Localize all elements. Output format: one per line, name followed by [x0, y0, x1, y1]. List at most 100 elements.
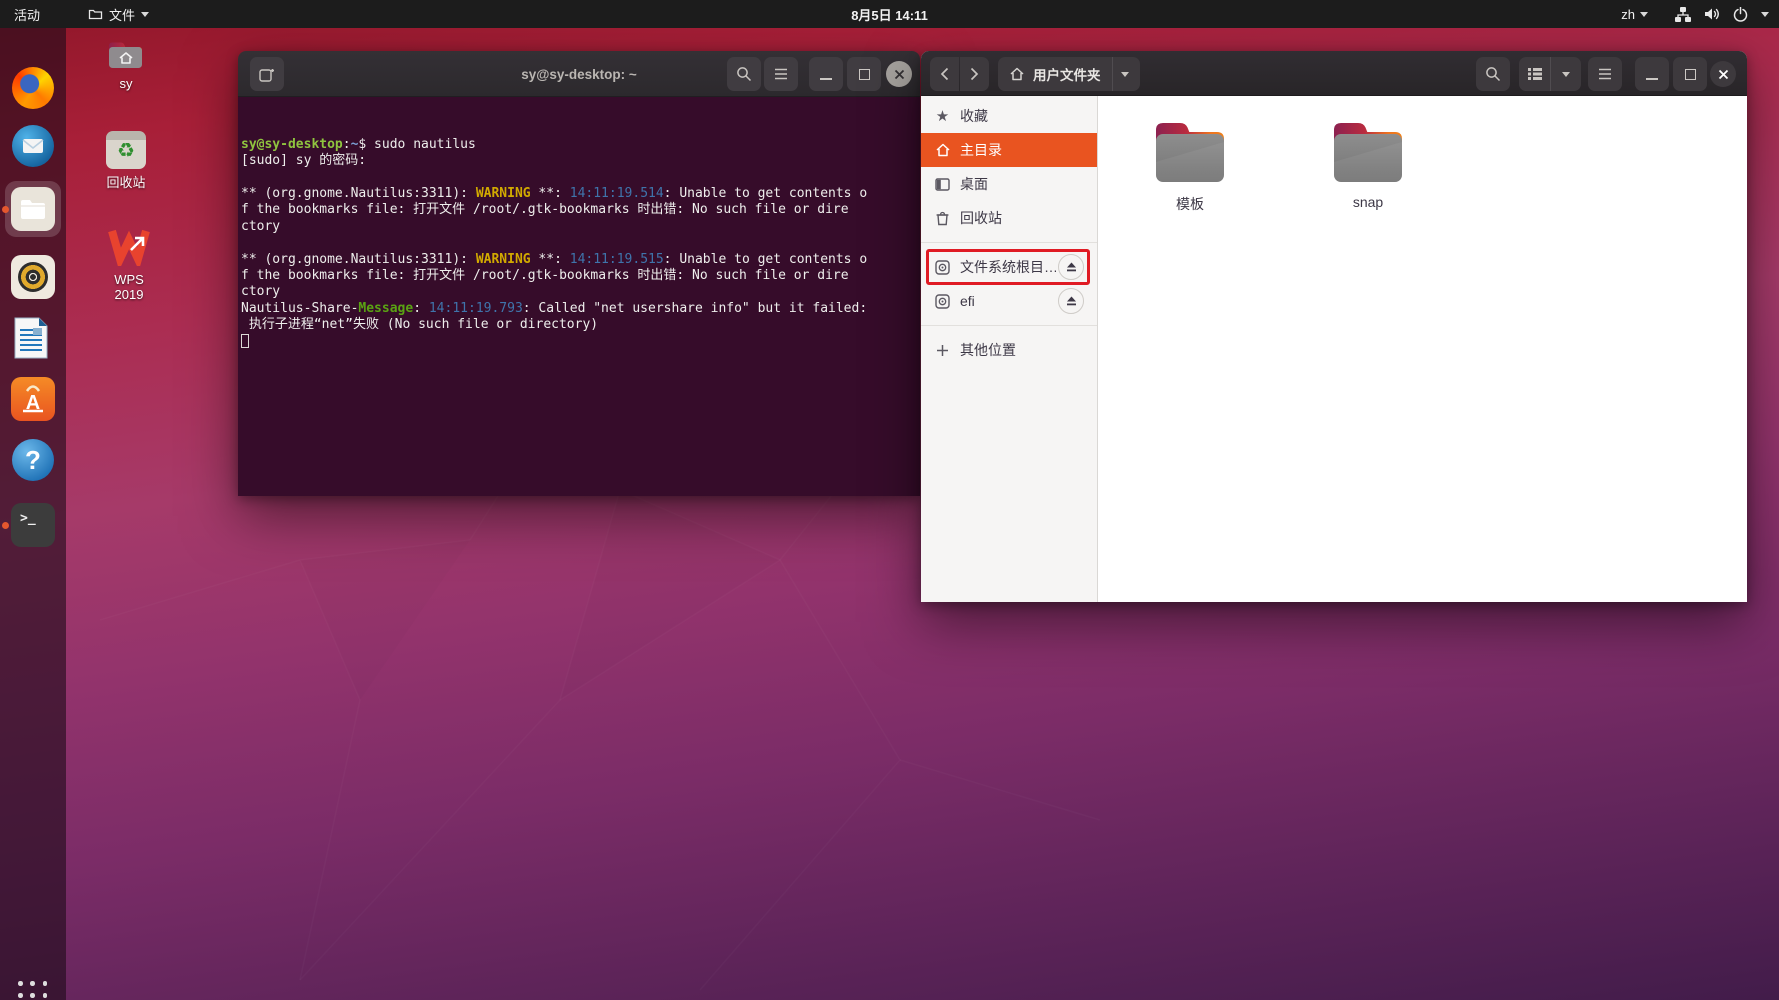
sidebar-item-收藏[interactable]: ★ 收藏 — [921, 99, 1097, 133]
dock: A ? >_ — [0, 28, 66, 1000]
new-tab-button[interactable] — [250, 57, 284, 91]
sidebar-separator — [921, 325, 1097, 326]
file-item-label: snap — [1352, 194, 1384, 210]
wps-icon — [108, 229, 150, 271]
forward-button[interactable] — [960, 57, 989, 91]
app-menu-button[interactable]: 文件 — [78, 0, 159, 28]
dock-item-firefox[interactable] — [11, 66, 55, 110]
activities-button[interactable]: 活动 — [0, 0, 54, 28]
terminal-close-button[interactable] — [886, 61, 912, 87]
system-tray[interactable]: zh — [1621, 0, 1769, 28]
terminal-running-indicator — [2, 522, 9, 529]
terminal-search-button[interactable] — [727, 57, 761, 91]
sidebar-item-efi[interactable]: efi — [921, 284, 1097, 318]
files-menu-button[interactable] — [1588, 57, 1622, 91]
rhythmbox-icon — [11, 255, 55, 299]
dock-item-thunderbird[interactable] — [11, 124, 55, 168]
sidebar-item-label: 主目录 — [960, 142, 1002, 158]
back-button[interactable] — [930, 57, 959, 91]
firefox-icon — [12, 67, 54, 109]
files-headerbar[interactable]: 用户文件夹 — [921, 51, 1747, 96]
top-bar: 活动 文件 8月5日 14:11 zh — [0, 0, 1779, 28]
terminal-output[interactable]: sy@sy-desktop:~$ sudo nautilus [sudo] sy … — [238, 97, 920, 496]
chevron-down-icon[interactable] — [1761, 11, 1769, 17]
libreoffice-writer-icon — [14, 317, 48, 359]
star-icon: ★ — [935, 108, 950, 125]
clock[interactable]: 8月5日 14:11 — [851, 0, 928, 28]
sidebar-item-label: 收藏 — [960, 108, 988, 124]
terminal-lines: sy@sy-desktop:~$ sudo nautilus [sudo] sy … — [241, 137, 918, 351]
dock-item-help[interactable]: ? — [11, 438, 55, 482]
files-running-indicator — [2, 206, 9, 213]
dock-item-rhythmbox[interactable] — [11, 255, 55, 299]
desktop-icon-wps[interactable]: WPS 2019 — [98, 226, 160, 302]
input-method-indicator[interactable]: zh — [1621, 7, 1648, 22]
activities-label: 活动 — [14, 7, 41, 23]
app-menu-label: 文件 — [109, 7, 136, 23]
desktop-icon-home[interactable]: sy — [96, 38, 156, 91]
terminal-minimize-button[interactable] — [809, 57, 843, 91]
terminal-maximize-button[interactable] — [847, 57, 881, 91]
power-icon[interactable] — [1733, 6, 1748, 22]
files-icon — [11, 187, 55, 231]
sidebar-item-文件系统根目…[interactable]: 文件系统根目… — [921, 249, 1097, 285]
list-view-icon[interactable] — [1519, 57, 1550, 91]
eject-button[interactable] — [1058, 254, 1084, 280]
folder-icon — [1328, 112, 1408, 189]
chevron-down-icon — [141, 11, 150, 17]
eject-button[interactable] — [1058, 288, 1084, 314]
disk-icon — [934, 293, 951, 309]
home-icon — [934, 143, 951, 157]
terminal-window: sy@sy-desktop: ~ sy@sy-desktop:~$ sudo n… — [238, 51, 920, 496]
dock-item-terminal[interactable]: >_ — [11, 503, 55, 547]
dock-item-ubuntu-software[interactable]: A — [11, 377, 55, 421]
chevron-down-icon[interactable] — [1120, 71, 1129, 77]
clock-label: 8月5日 14:11 — [851, 7, 928, 23]
sidebar-item-label: 桌面 — [960, 176, 988, 192]
file-item-snap[interactable]: snap — [1328, 112, 1408, 210]
terminal-cursor — [241, 333, 249, 348]
files-search-button[interactable] — [1476, 57, 1510, 91]
dock-item-files[interactable] — [11, 187, 55, 231]
home-icon — [1010, 67, 1024, 81]
sidebar-item-label: efi — [960, 293, 975, 309]
desktop-icon-label: 回收站 — [106, 175, 146, 190]
dock-item-libreoffice-writer[interactable] — [11, 316, 55, 360]
path-button[interactable]: 用户文件夹 — [998, 57, 1140, 91]
view-options-dropdown[interactable] — [1551, 57, 1580, 91]
sidebar-item-主目录[interactable]: 主目录 — [921, 133, 1097, 167]
home-folder-icon — [109, 42, 142, 68]
files-maximize-button[interactable] — [1673, 57, 1707, 91]
sidebar-separator — [921, 242, 1097, 243]
disk-icon — [934, 259, 951, 275]
terminal-icon: >_ — [11, 503, 55, 547]
terminal-menu-button[interactable] — [764, 57, 798, 91]
sidebar-item-回收站[interactable]: 回收站 — [921, 201, 1097, 235]
trash-icon — [934, 211, 951, 226]
trash-icon: ♻ — [106, 131, 146, 169]
help-icon: ? — [12, 439, 54, 481]
folder-icon — [1150, 112, 1230, 189]
path-label: 用户文件夹 — [1033, 68, 1101, 83]
folder-icon — [88, 8, 103, 20]
network-icon[interactable] — [1675, 6, 1691, 22]
chevron-down-icon — [1640, 11, 1648, 17]
desktop-icon-label: sy — [119, 76, 133, 91]
desktop-icon-trash[interactable]: ♻ 回收站 — [98, 131, 154, 191]
volume-icon[interactable] — [1704, 7, 1720, 21]
sidebar-item-桌面[interactable]: 桌面 — [921, 167, 1097, 201]
files-minimize-button[interactable] — [1635, 57, 1669, 91]
files-window: 用户文件夹 ★ 收藏 主目录 桌面 回收站 文件系统根目… efi 其他位置 模… — [921, 51, 1747, 602]
desktop-screen: 活动 文件 8月5日 14:11 zh A ? >_ sy ♻ 回收站 WPS … — [0, 0, 1779, 1000]
show-applications-button[interactable] — [15, 978, 51, 1000]
files-content[interactable]: 模板 snap — [1099, 96, 1747, 602]
plus-icon — [934, 344, 951, 357]
desktop-icon-label: WPS 2019 — [114, 272, 144, 302]
file-item-模板[interactable]: 模板 — [1150, 112, 1230, 214]
view-toggle-button[interactable] — [1519, 57, 1581, 91]
thunderbird-icon — [12, 125, 54, 167]
terminal-titlebar[interactable]: sy@sy-desktop: ~ — [238, 51, 920, 97]
sidebar-item-其他位置[interactable]: 其他位置 — [921, 333, 1097, 367]
files-close-button[interactable] — [1710, 61, 1736, 87]
sidebar-item-label: 文件系统根目… — [960, 259, 1056, 275]
